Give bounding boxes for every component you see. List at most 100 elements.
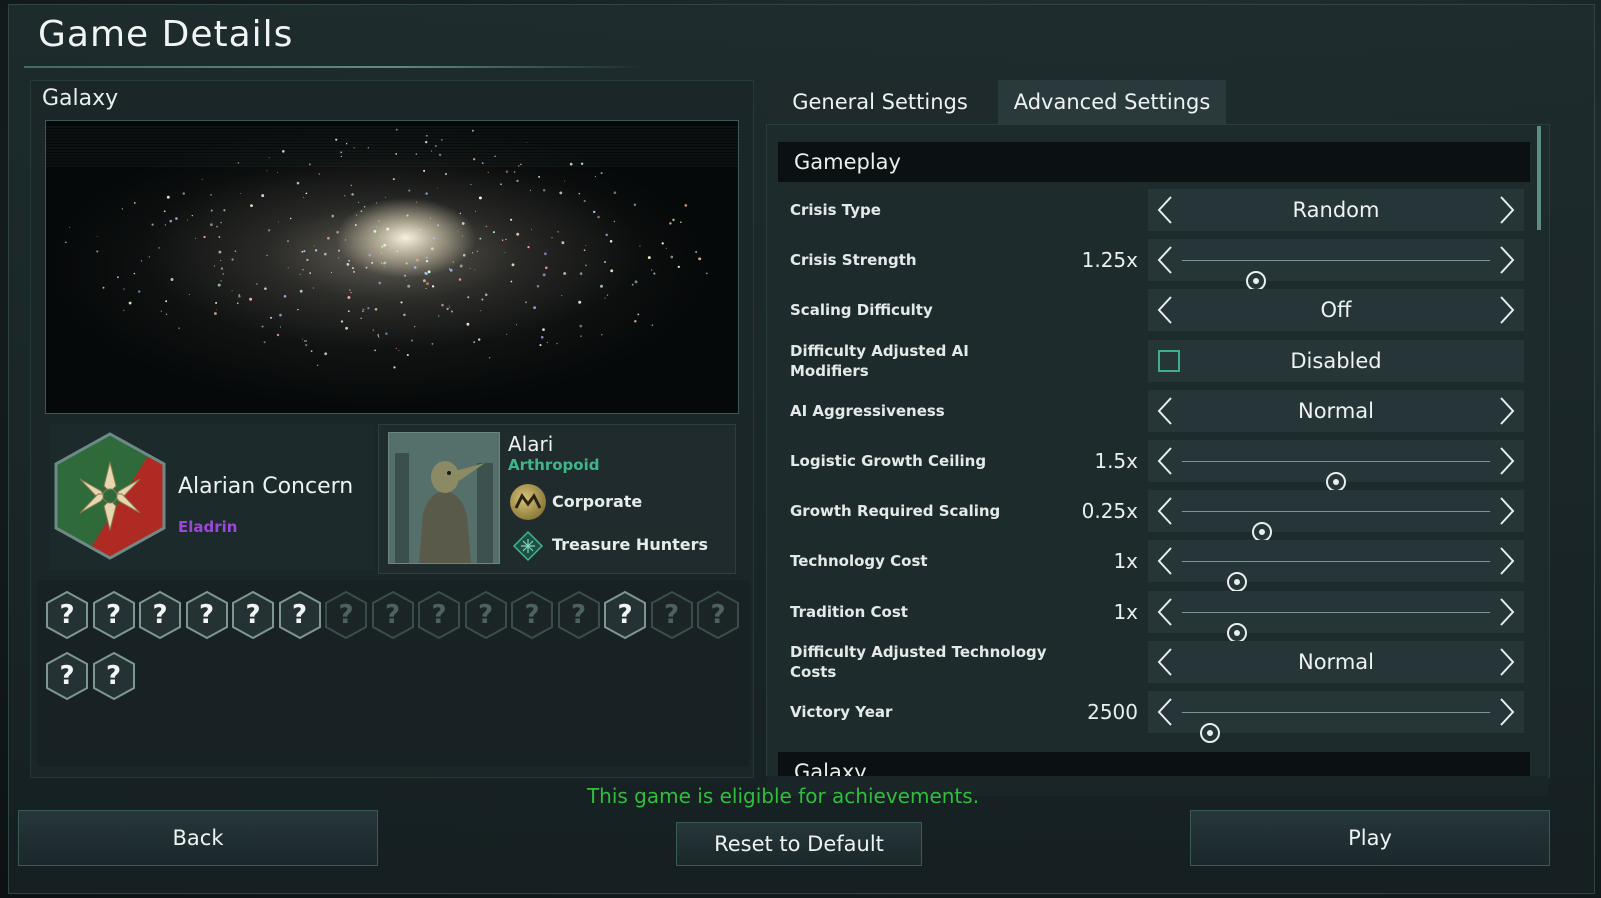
empire-slot[interactable]: ? xyxy=(371,590,415,640)
slider-track[interactable] xyxy=(1182,712,1490,743)
chevron-left-icon[interactable] xyxy=(1150,540,1180,582)
empire-slot[interactable]: ? xyxy=(696,590,740,640)
species-class: Arthropoid xyxy=(508,456,600,474)
question-mark-icon: ? xyxy=(59,600,75,630)
option-selector: Off xyxy=(1148,289,1524,332)
chevron-left-icon[interactable] xyxy=(1150,691,1180,733)
back-button[interactable]: Back xyxy=(18,810,378,866)
slider-handle[interactable] xyxy=(1199,723,1220,743)
slider-value: 1.25x xyxy=(1081,248,1138,273)
question-mark-icon: ? xyxy=(152,600,168,630)
option-selector: Normal xyxy=(1148,640,1524,683)
empire-slot[interactable]: ? xyxy=(650,590,694,640)
value-slider xyxy=(1148,490,1524,543)
setting-label: Difficulty Adjusted AI Modifiers xyxy=(790,341,969,380)
setting-row: Crisis Type Random xyxy=(778,187,1530,233)
chevron-right-icon[interactable] xyxy=(1492,289,1522,331)
empire-name: Alarian Concern xyxy=(178,474,354,499)
chevron-right-icon[interactable] xyxy=(1492,591,1522,633)
setting-row: Victory Year 2500 xyxy=(778,689,1530,743)
setting-row: Difficulty Adjusted AI Modifiers Disabled xyxy=(778,338,1530,384)
setting-label: Growth Required Scaling xyxy=(790,502,1001,521)
setting-row: Crisis Strength 1.25x xyxy=(778,237,1530,292)
setting-label: Crisis Strength xyxy=(790,251,917,270)
question-mark-icon: ? xyxy=(105,600,122,630)
chevron-left-icon[interactable] xyxy=(1150,440,1180,482)
empire-slot[interactable]: ? xyxy=(324,590,368,640)
chevron-left-icon[interactable] xyxy=(1150,490,1180,532)
chevron-right-icon[interactable] xyxy=(1492,239,1522,281)
toggle-control: Disabled xyxy=(1148,339,1524,382)
setting-label: Tradition Cost xyxy=(790,602,908,621)
slider-track[interactable] xyxy=(1182,511,1490,543)
empire-slot[interactable]: ? xyxy=(185,590,229,640)
species-name: Alari xyxy=(508,432,554,456)
empire-slot[interactable]: ? xyxy=(45,651,89,701)
question-mark-icon: ? xyxy=(105,661,122,691)
toggle-state: Disabled xyxy=(1290,348,1382,373)
slider-track[interactable] xyxy=(1182,461,1490,492)
chevron-right-icon[interactable] xyxy=(1492,490,1522,532)
slider-value: 1.5x xyxy=(1094,449,1138,473)
empire-slot[interactable]: ? xyxy=(138,590,182,640)
empire-slot[interactable]: ? xyxy=(464,590,508,640)
setting-row: AI Aggressiveness Normal xyxy=(778,388,1530,434)
chevron-right-icon[interactable] xyxy=(1492,189,1522,231)
question-mark-icon: ? xyxy=(710,600,726,630)
species-portrait[interactable] xyxy=(388,432,500,564)
question-mark-icon: ? xyxy=(59,661,75,691)
empire-slot[interactable]: ? xyxy=(45,590,89,640)
page-title: Game Details xyxy=(38,14,294,55)
checkbox[interactable] xyxy=(1158,349,1180,372)
question-mark-icon: ? xyxy=(477,600,494,630)
empire-slot[interactable]: ? xyxy=(417,590,461,640)
chevron-left-icon[interactable] xyxy=(1150,239,1180,281)
option-selector: Random xyxy=(1148,189,1524,231)
setting-row: Tradition Cost 1x xyxy=(778,589,1530,643)
play-button[interactable]: Play xyxy=(1190,810,1550,866)
tab-advanced-settings[interactable]: Advanced Settings xyxy=(998,80,1226,124)
tab-general-settings[interactable]: General Settings xyxy=(766,80,994,124)
empire-slot[interactable]: ? xyxy=(510,590,554,640)
empire-slot[interactable]: ? xyxy=(92,590,136,640)
empire-slot[interactable]: ? xyxy=(92,651,136,701)
selected-option: Off xyxy=(1320,298,1352,323)
question-mark-icon: ? xyxy=(524,600,540,630)
setting-label: Technology Cost xyxy=(790,552,928,571)
chevron-right-icon[interactable] xyxy=(1492,641,1522,683)
selected-option: Normal xyxy=(1298,398,1374,423)
chevron-left-icon[interactable] xyxy=(1150,390,1180,432)
section-title-gameplay: Gameplay xyxy=(794,150,901,174)
question-mark-icon: ? xyxy=(617,600,633,630)
chevron-right-icon[interactable] xyxy=(1492,440,1522,482)
galaxy-starfield xyxy=(46,126,738,369)
empire-slot[interactable]: ? xyxy=(231,590,275,640)
slider-track[interactable] xyxy=(1182,260,1490,292)
slider-track[interactable] xyxy=(1182,611,1490,643)
chevron-left-icon[interactable] xyxy=(1150,641,1180,683)
civic-corporate-label: Corporate xyxy=(552,492,643,511)
treasure-hunters-icon xyxy=(512,530,544,562)
value-slider xyxy=(1148,691,1524,743)
chevron-right-icon[interactable] xyxy=(1492,540,1522,582)
empire-slot[interactable]: ? xyxy=(557,590,601,640)
chevron-right-icon[interactable] xyxy=(1492,691,1522,733)
empire-flag-icon[interactable] xyxy=(52,430,168,562)
setting-row: Logistic Growth Ceiling 1.5x xyxy=(778,438,1530,492)
chevron-left-icon[interactable] xyxy=(1150,591,1180,633)
chevron-right-icon[interactable] xyxy=(1492,390,1522,432)
setting-label: Logistic Growth Ceiling xyxy=(790,452,987,470)
empire-slot[interactable]: ? xyxy=(603,590,647,640)
slider-value: 1x xyxy=(1113,599,1138,624)
empire-slot[interactable]: ? xyxy=(278,590,322,640)
slider-track[interactable] xyxy=(1182,561,1490,593)
value-slider xyxy=(1148,239,1524,292)
settings-scrollbar[interactable] xyxy=(1537,126,1541,230)
slider-value: 0.25x xyxy=(1081,499,1138,524)
chevron-left-icon[interactable] xyxy=(1150,189,1180,231)
selected-option: Normal xyxy=(1298,649,1374,674)
reset-to-default-button[interactable]: Reset to Default xyxy=(676,822,922,866)
setting-row: Difficulty Adjusted Technology Costs Norm… xyxy=(778,639,1530,685)
setting-label: Scaling Difficulty xyxy=(790,301,933,320)
chevron-left-icon[interactable] xyxy=(1150,289,1180,331)
